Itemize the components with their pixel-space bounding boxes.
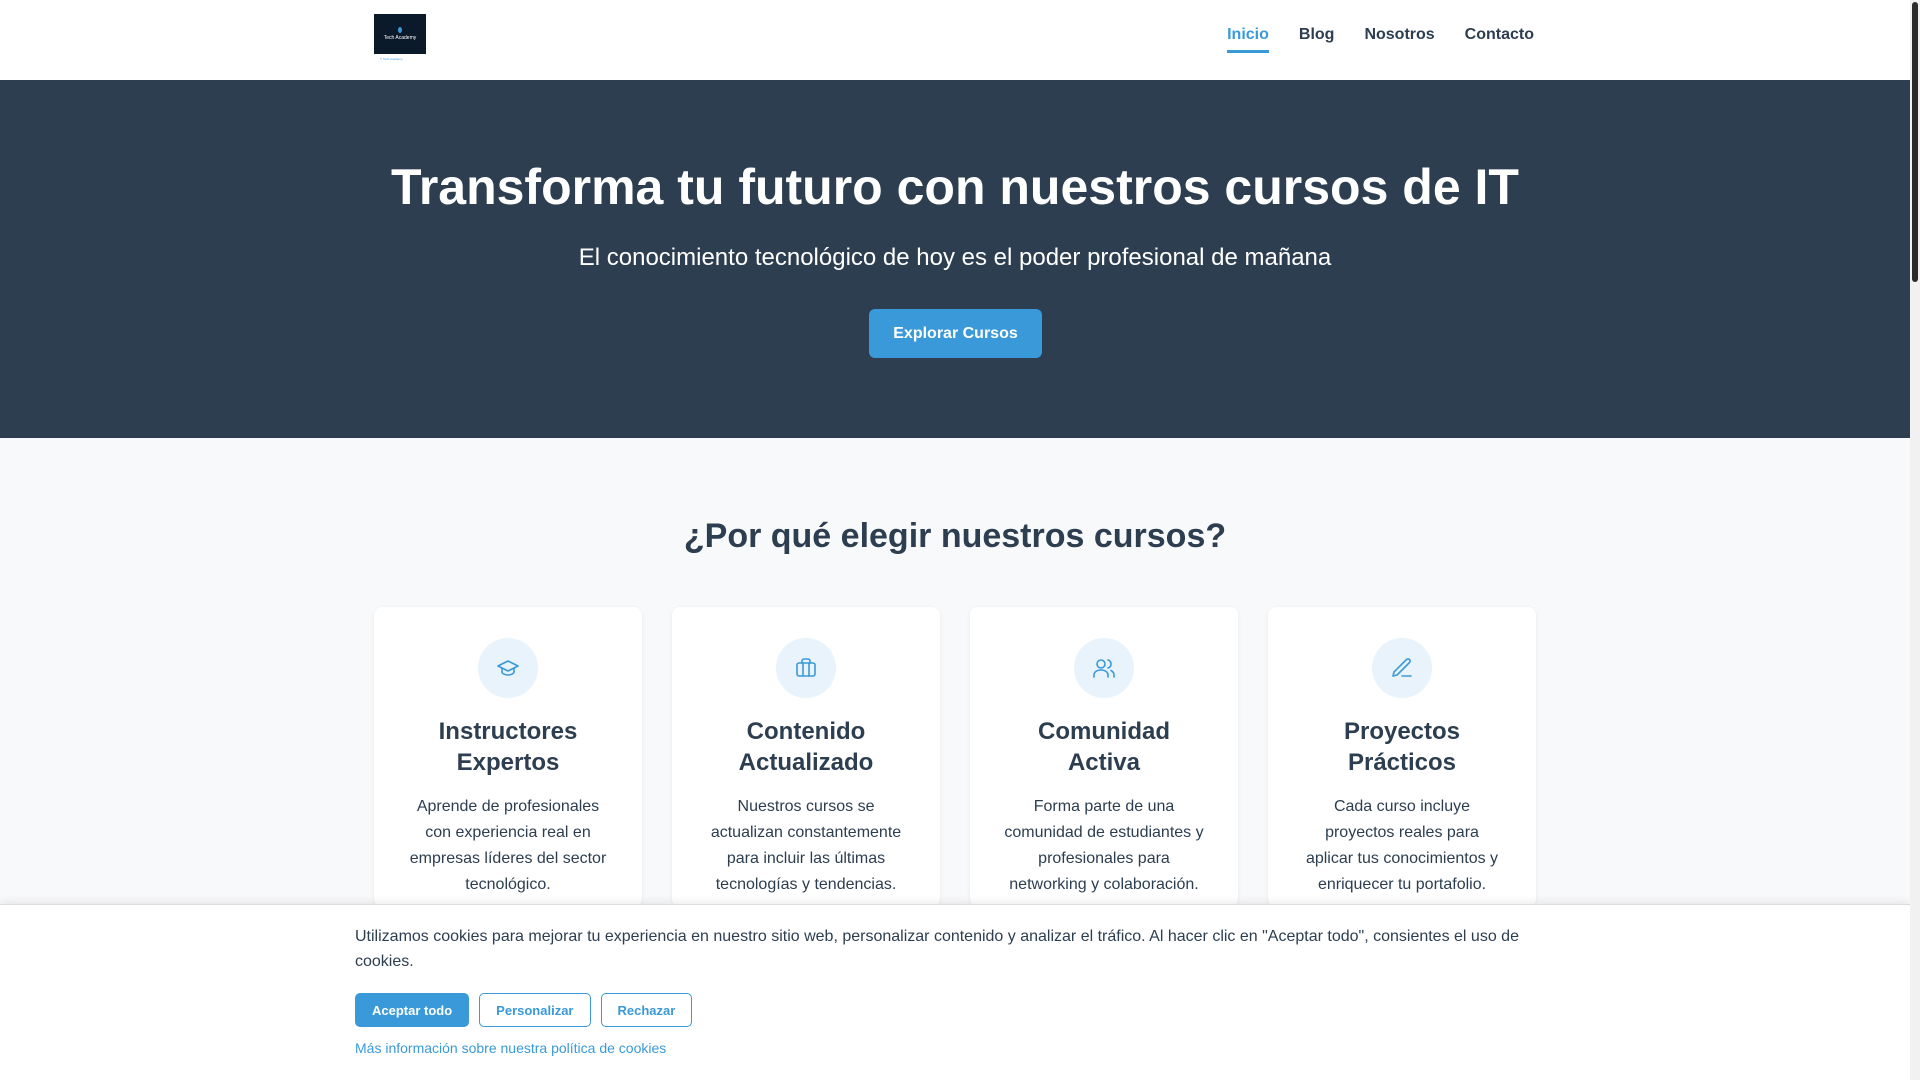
- cookie-message: Utilizamos cookies para mejorar tu exper…: [355, 928, 1519, 970]
- feature-card-title: Contenido Actualizado: [738, 718, 874, 776]
- feature-cards: Instructores Expertos Aprende de profesio…: [374, 607, 1536, 907]
- feature-card-instructores: Instructores Expertos Aprende de profesio…: [374, 607, 642, 907]
- reject-button[interactable]: Rechazar: [600, 993, 693, 1027]
- page-scrollbar[interactable]: [1910, 0, 1920, 1080]
- feature-card-text: Nuestros cursos se actualizan constantem…: [710, 798, 902, 893]
- logo-subtext: © Tech Academy: [380, 57, 403, 61]
- feature-card-text: Cada curso incluye proyectos reales para…: [1305, 798, 1499, 893]
- nav-item-contacto[interactable]: Contacto: [1465, 26, 1534, 53]
- hero-title: Transforma tu futuro con nuestros cursos…: [391, 159, 1519, 215]
- graduation-cap-icon: [478, 638, 538, 698]
- accept-all-button[interactable]: Aceptar todo: [355, 993, 470, 1027]
- users-icon: [1074, 638, 1134, 698]
- feature-card-contenido: Contenido Actualizado Nuestros cursos se …: [672, 607, 940, 907]
- cookie-banner: Utilizamos cookies para mejorar tu exper…: [0, 904, 1910, 1080]
- scrollbar-thumb[interactable]: [1912, 2, 1918, 282]
- nav-item-nosotros[interactable]: Nosotros: [1364, 26, 1434, 53]
- logo[interactable]: Tech Academy © Tech Academy: [374, 14, 426, 62]
- explore-courses-button[interactable]: Explorar Cursos: [869, 309, 1042, 358]
- customize-button[interactable]: Personalizar: [479, 993, 591, 1027]
- feature-card-text: Forma parte de una comunidad de estudian…: [1004, 798, 1204, 893]
- drop-icon: [398, 27, 402, 33]
- feature-card-text: Aprende de profesionales con experiencia…: [409, 798, 607, 893]
- site-header: Tech Academy © Tech Academy Inicio Blog …: [0, 0, 1910, 81]
- feature-card-comunidad: Comunidad Activa Forma parte de una comun…: [970, 607, 1238, 907]
- hero-subtitle: El conocimiento tecnológico de hoy es el…: [578, 244, 1332, 271]
- pencil-icon: [1372, 638, 1432, 698]
- feature-card-title: Instructores Expertos: [438, 718, 578, 776]
- nav-item-inicio[interactable]: Inicio: [1227, 26, 1269, 53]
- logo-text: Tech Academy: [383, 35, 417, 41]
- briefcase-icon: [776, 638, 836, 698]
- features-title: ¿Por qué elegir nuestros cursos?: [683, 517, 1227, 555]
- feature-card-title: Comunidad Activa: [1038, 718, 1170, 776]
- cookie-policy-link[interactable]: Más información sobre nuestra política d…: [355, 1040, 666, 1056]
- hero-section: Transforma tu futuro con nuestros cursos…: [0, 80, 1910, 438]
- page: Tech Academy © Tech Academy Inicio Blog …: [0, 0, 1910, 1080]
- feature-card-title: Proyectos Prácticos: [1343, 718, 1461, 776]
- nav-item-blog[interactable]: Blog: [1299, 26, 1335, 53]
- logo-mark: Tech Academy: [374, 14, 426, 54]
- main-nav: Inicio Blog Nosotros Contacto: [1227, 26, 1534, 53]
- feature-card-proyectos: Proyectos Prácticos Cada curso incluye pr…: [1268, 607, 1536, 907]
- cookie-actions: Aceptar todo Personalizar Rechazar: [355, 993, 693, 1027]
